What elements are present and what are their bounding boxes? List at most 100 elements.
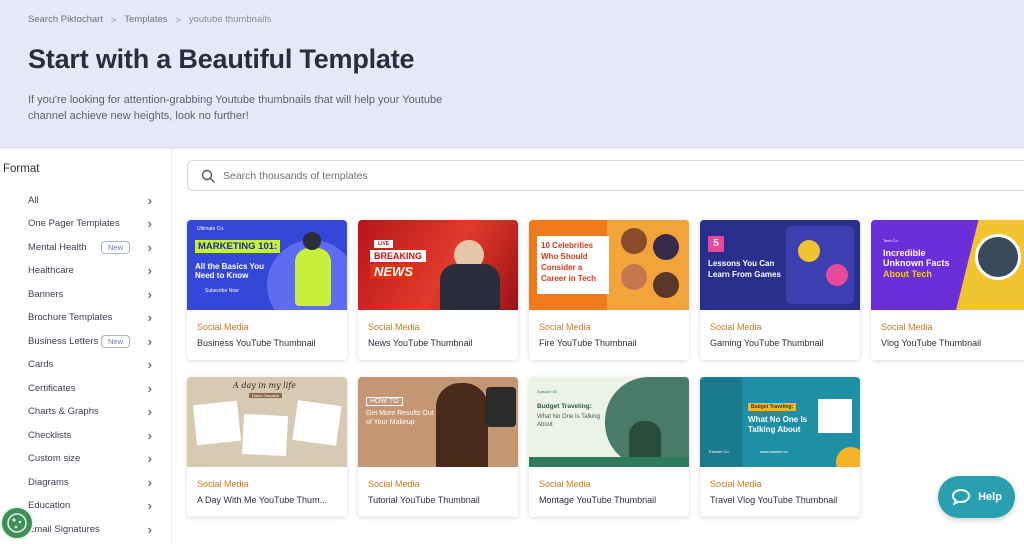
thumb-headline: Lessons You Can Learn From Games (708, 259, 781, 279)
template-card[interactable]: A day in my life Diana Oswalda Social Medi… (187, 377, 347, 517)
template-category: Social Media (197, 479, 249, 489)
chevron-right-icon: › (147, 310, 152, 325)
thumb-headline: MARKETING 101: (195, 240, 281, 253)
thumb-headline: A day in my life (233, 381, 296, 390)
chevron-right-icon: › (147, 521, 152, 537)
sidebar-item[interactable]: Mental Health New › (28, 237, 152, 257)
chevron-right-icon: › (147, 474, 152, 490)
thumb-tag: Episode 00 (537, 389, 558, 394)
template-search-bar[interactable] (187, 160, 1024, 191)
thumb-headline: Get More Results Out of Your Makeup (366, 410, 434, 426)
chevron-right-icon: › (147, 498, 152, 513)
sidebar-item-label: Cards (28, 359, 54, 370)
thumb-url: www.traveler.co (760, 449, 789, 454)
template-category: Social Media (539, 322, 591, 332)
hero-banner: Search Piktochart > Templates > youtube … (0, 0, 1024, 149)
template-category: Social Media (539, 479, 591, 489)
template-title: Business YouTube Thumbnail (197, 338, 316, 348)
cookie-icon (7, 513, 27, 533)
thumb-number: 5 (708, 236, 724, 252)
template-category: Social Media (881, 322, 933, 332)
sidebar-item[interactable]: Business Letters New › (28, 331, 152, 351)
breadcrumb: Search Piktochart > Templates > youtube … (28, 14, 271, 25)
thumb-sub: All the Basics You Need to Know (195, 262, 265, 280)
template-thumbnail[interactable]: HOW TO Get More Results Out of Your Makeu… (358, 377, 518, 467)
sidebar-heading: Format (3, 163, 40, 175)
thumb-headline: What No One Is Talking About (748, 415, 808, 434)
chevron-right-icon: > (175, 14, 181, 25)
chevron-right-icon: › (147, 380, 152, 396)
sidebar-item[interactable]: Brochure Templates › (28, 308, 152, 328)
sidebar-item[interactable]: Charts & Graphs › (28, 402, 152, 422)
template-title: A Day With Me YouTube Thum... (197, 495, 328, 505)
search-input[interactable] (223, 169, 623, 182)
template-title: Tutorial YouTube Thumbnail (368, 495, 480, 505)
template-card[interactable]: Ultimate Co. MARKETING 101: All the Basics… (187, 220, 347, 360)
template-card[interactable]: LIVE BREAKING NEWS Social Media News YouTube… (358, 220, 518, 360)
search-icon (201, 169, 215, 183)
chevron-right-icon: › (147, 192, 152, 208)
page-title: Start with a Beautiful Template (28, 44, 415, 74)
sidebar-item-label: Business Letters (28, 335, 99, 347)
chevron-right-icon: > (110, 14, 117, 25)
chevron-right-icon: › (147, 216, 152, 231)
breadcrumb-templates[interactable]: Templates (124, 14, 167, 25)
template-category: Social Media (197, 322, 249, 332)
chevron-right-icon: › (147, 427, 152, 443)
sidebar-item[interactable]: Checklists › (28, 425, 152, 445)
template-thumbnail[interactable]: Ultimate Co. MARKETING 101: All the Basics… (187, 220, 347, 310)
template-card[interactable]: 10 Celebrities Who Should Consider a Car… (529, 220, 689, 360)
thumb-brand: Traveler Co. (708, 449, 730, 454)
chevron-right-icon: › (147, 333, 152, 349)
template-card[interactable]: Budget Traveling: What No One Is Talking … (700, 377, 860, 517)
template-title: Travel Vlog YouTube Thumbnail (710, 495, 838, 505)
thumb-brand: Ultimate Co. (197, 226, 225, 232)
template-card[interactable]: HOW TO Get More Results Out of Your Makeu… (358, 377, 518, 517)
breadcrumb-search-piktochart[interactable]: Search Piktochart (28, 14, 103, 25)
sidebar-item[interactable]: One Pager Templates › (28, 214, 152, 234)
sidebar-item[interactable]: All › (28, 190, 152, 210)
template-thumbnail[interactable]: 10 Celebrities Who Should Consider a Car… (529, 220, 689, 310)
thumb-headline: BREAKING (370, 250, 427, 262)
sidebar-item[interactable]: Education › (28, 496, 152, 516)
sidebar-item-label: Mental Health (28, 241, 87, 253)
thumb-headline: Budget Traveling: (537, 403, 592, 410)
sidebar-item-label: One Pager Templates (28, 218, 120, 229)
chevron-right-icon: › (147, 286, 152, 302)
sidebar-item[interactable]: Diagrams › (28, 472, 152, 492)
sidebar-item-label: All (28, 194, 39, 206)
sidebar-item-label: Checklists (28, 429, 72, 441)
template-title: Vlog YouTube Thumbnail (881, 338, 982, 348)
sidebar-item-label: Banners (28, 288, 64, 300)
sidebar-item[interactable]: Custom size › (28, 449, 152, 469)
template-category: Social Media (368, 479, 420, 489)
template-card[interactable]: Episode 00 Budget Traveling: What No One I… (529, 377, 689, 517)
template-thumbnail[interactable]: 5 Lessons You Can Learn From Games (700, 220, 860, 310)
template-card[interactable]: Tech Co. Incredible Unknown Facts About Te… (871, 220, 1024, 360)
sidebar-item-label: Education (28, 500, 71, 511)
breadcrumb-current: youtube thumbnails (188, 14, 272, 25)
sidebar-item-label: Healthcare (28, 265, 74, 276)
cookie-settings-button[interactable] (0, 506, 34, 540)
template-thumbnail[interactable]: Episode 00 Budget Traveling: What No One I… (529, 377, 689, 467)
template-thumbnail[interactable]: Tech Co. Incredible Unknown Facts About Te… (871, 220, 1024, 310)
chevron-right-icon: › (147, 239, 152, 255)
new-badge: New (100, 240, 130, 254)
help-button[interactable]: Help (938, 476, 1015, 518)
sidebar-item[interactable]: Cards › (28, 355, 152, 375)
new-badge: New (100, 334, 130, 348)
thumb-brand: Tech Co. (883, 238, 899, 243)
sidebar-item[interactable]: Email Signatures › (28, 519, 152, 539)
template-title: Montage YouTube Thumbnail (539, 495, 657, 505)
sidebar-item[interactable]: Certificates › (28, 378, 152, 398)
sidebar-item[interactable]: Healthcare › (28, 261, 152, 281)
template-thumbnail[interactable]: LIVE BREAKING NEWS (358, 220, 518, 310)
thumb-sub: Diana Oswalda (249, 393, 283, 398)
thumb-sub: What No One Is Talking About (537, 414, 600, 428)
template-thumbnail[interactable]: Budget Traveling: What No One Is Talking … (700, 377, 860, 467)
sidebar-item[interactable]: Banners › (28, 284, 152, 304)
template-card[interactable]: 5 Lessons You Can Learn From Games Social … (700, 220, 860, 360)
template-thumbnail[interactable]: A day in my life Diana Oswalda (187, 377, 347, 467)
sidebar-item-label: Certificates (28, 382, 76, 394)
thumb-sub: NEWS (370, 264, 417, 279)
